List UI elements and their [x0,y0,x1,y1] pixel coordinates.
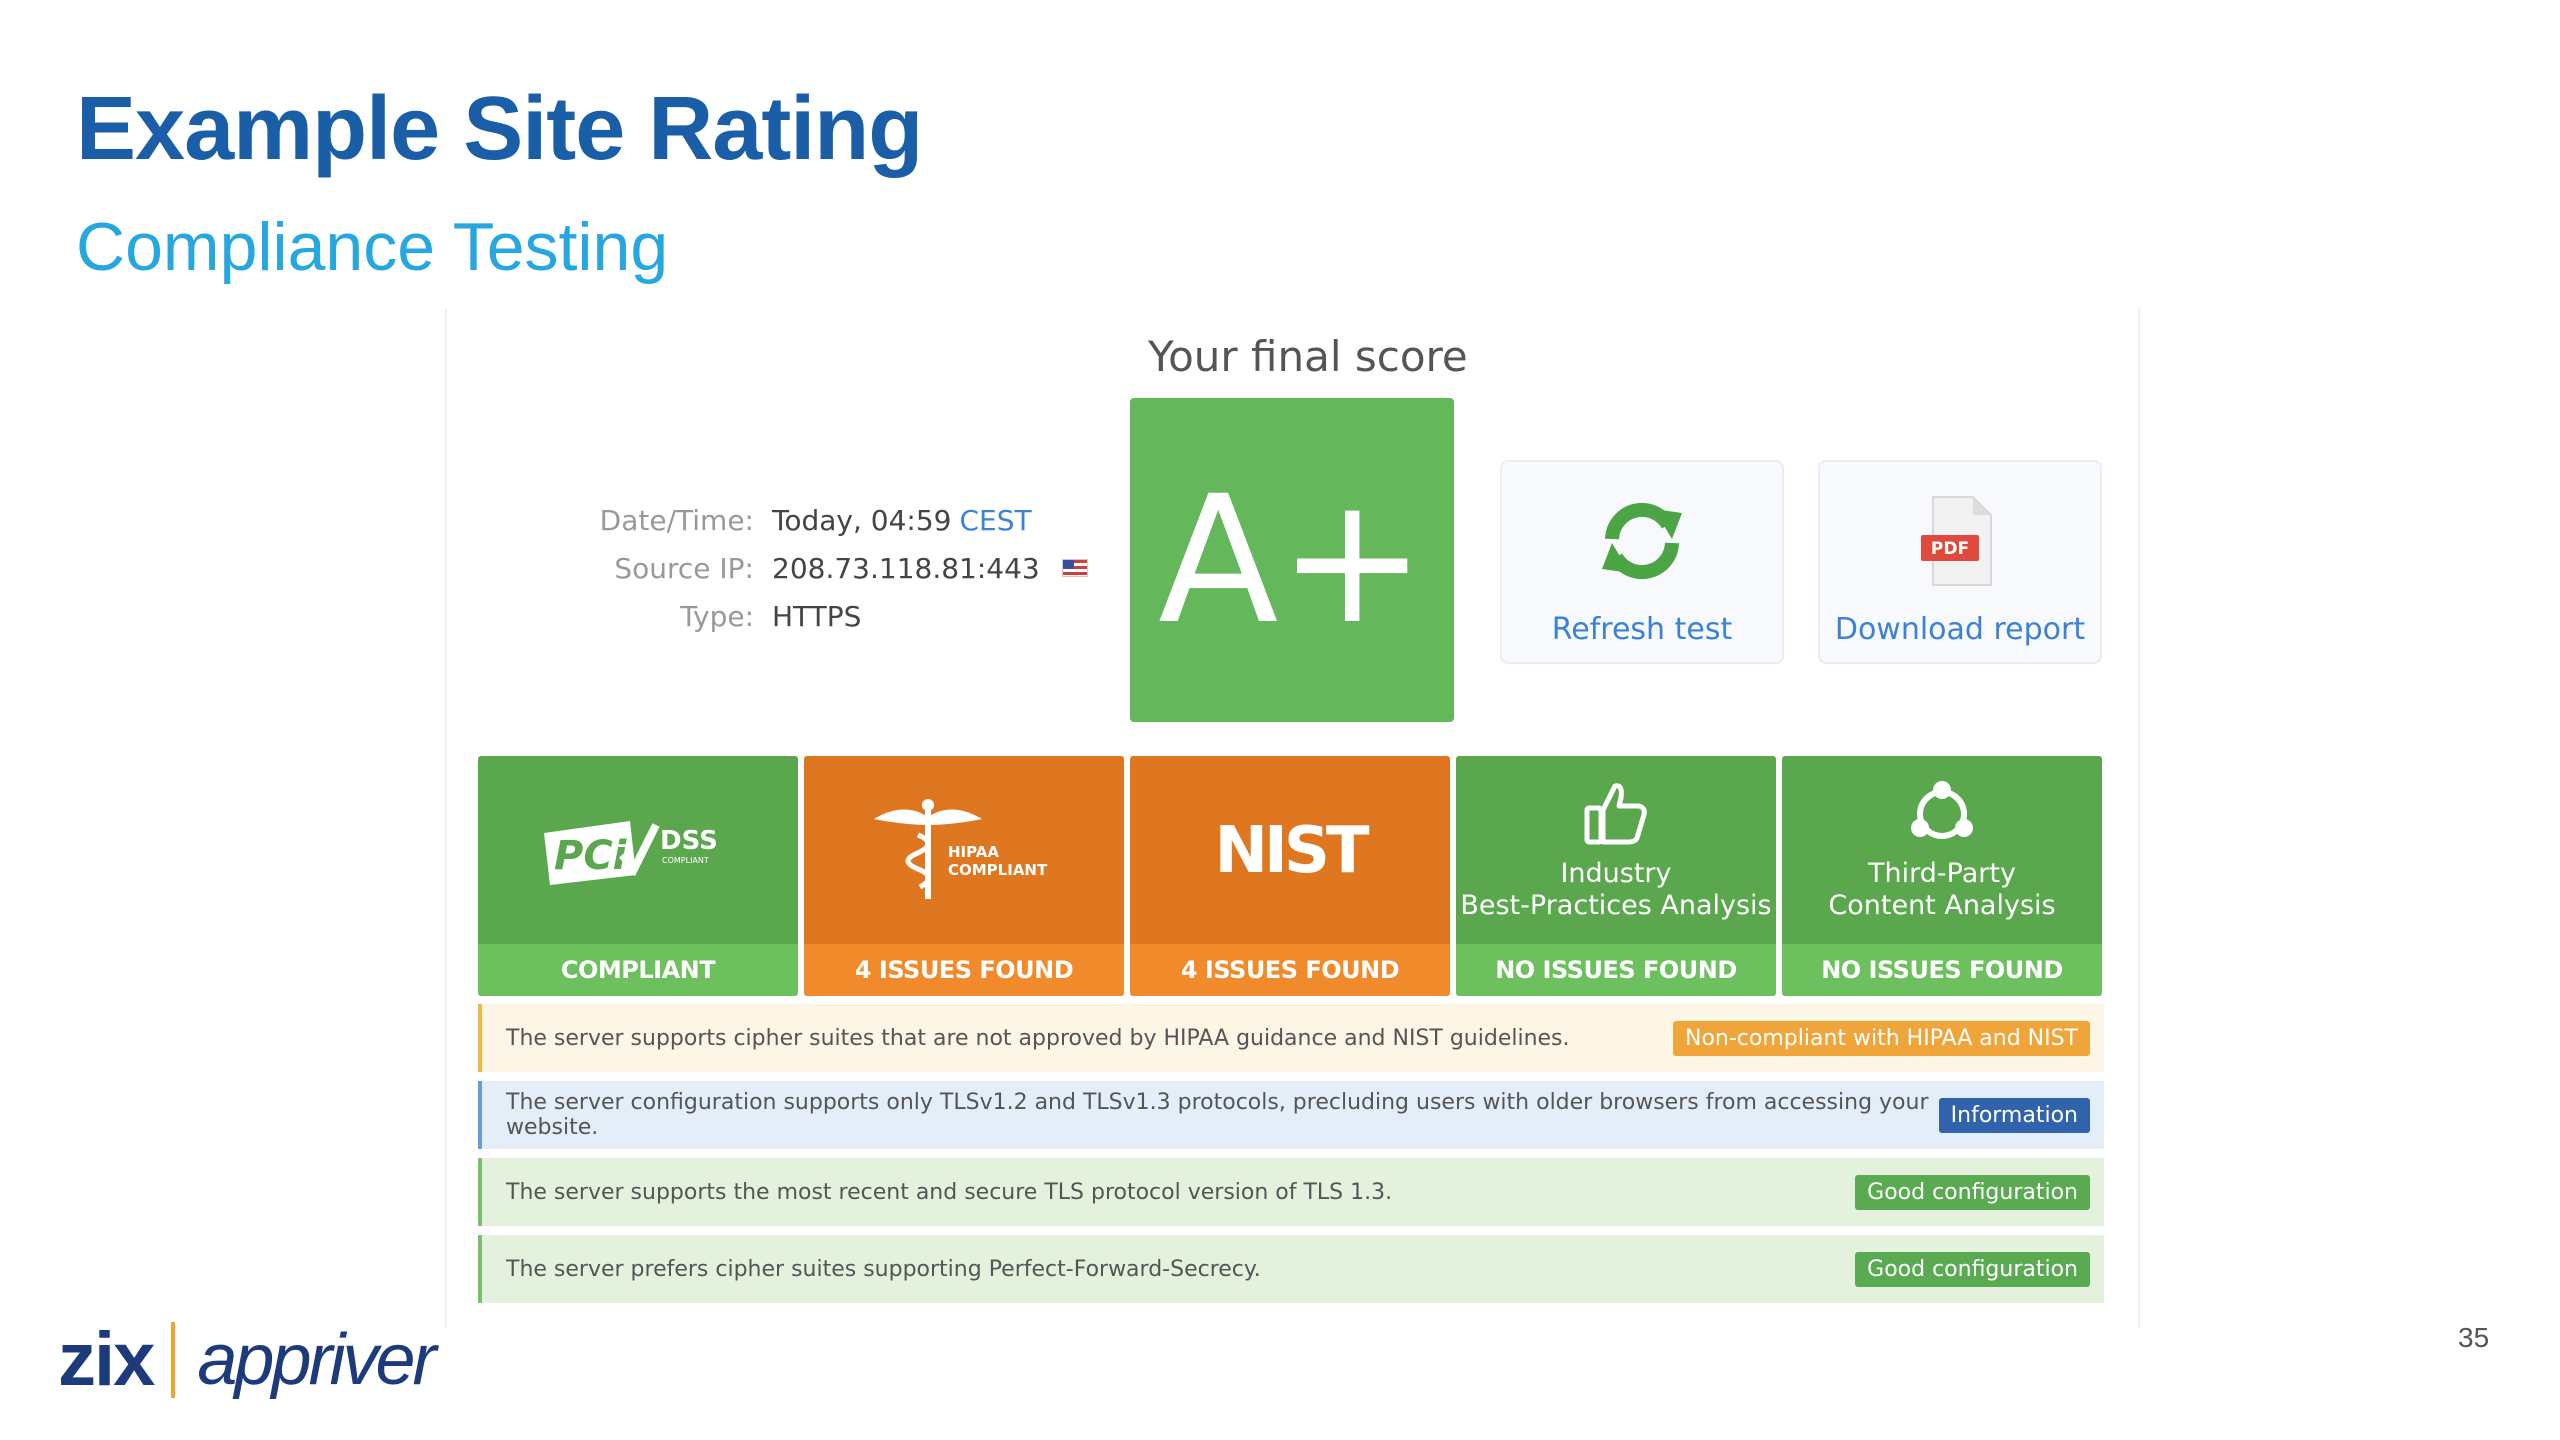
refresh-icon [1592,486,1692,596]
finding-row: The server prefers cipher suites support… [478,1235,2104,1303]
finding-text: The server supports cipher suites that a… [506,1025,1570,1051]
badge-top: Third-Party Content Analysis [1782,756,2102,944]
download-report-label: Download report [1834,612,2086,647]
type-value: HTTPS [772,599,862,633]
badge-industry-best-practices: Industry Best-Practices Analysis NO ISSU… [1456,756,1776,996]
page-number: 35 [2458,1322,2490,1353]
compliance-badges: PCi DSS COMPLIANT COMPLIANT HIPAA COMPLI… [478,756,2102,996]
badge-nist: NIST 4 ISSUES FOUND [1130,756,1450,996]
caption-line: Content Analysis [1828,890,2056,921]
badge-hipaa: HIPAA COMPLIANT 4 ISSUES FOUND [804,756,1124,996]
finding-text: The server supports the most recent and … [506,1179,1393,1205]
info-row-datetime: Date/Time: Today, 04:59 CEST [560,496,1088,544]
logo-divider [171,1321,176,1398]
pci-small-text: COMPLIANT [662,856,709,865]
slide-title: Example Site Rating [76,79,923,179]
download-report-button[interactable]: PDF Download report [1818,460,2102,664]
source-ip-value: 208.73.118.81:443 [772,551,1040,585]
info-key: Source IP: [614,551,754,585]
finding-tag: Good configuration [1855,1251,2090,1287]
hipaa-compliant-text: COMPLIANT [948,861,1048,879]
timezone-link[interactable]: CEST [959,504,1031,537]
finding-tag: Good configuration [1855,1174,2090,1210]
dss-text: DSS [660,826,718,856]
zix-logo-text: zix [58,1317,155,1402]
slide-subtitle: Compliance Testing [76,209,669,285]
pci-dss-logo: PCi DSS COMPLIANT [478,756,798,944]
caption-line: Industry [1560,857,1672,889]
finding-tag: Non-compliant with HIPAA and NIST [1672,1020,2090,1056]
badge-pci-dss: PCi DSS COMPLIANT COMPLIANT [478,756,798,996]
datetime-value: Today, 04:59 [772,503,952,537]
findings-list: The server supports cipher suites that a… [478,1004,2104,1312]
badge-status: COMPLIANT [478,944,798,996]
finding-row: The server configuration supports only T… [478,1081,2104,1149]
caption-line: Third-Party [1868,857,2016,889]
badge-status: NO ISSUES FOUND [1782,944,2102,996]
scan-info: Date/Time: Today, 04:59 CEST Source IP: … [560,496,1088,640]
finding-row: The server supports the most recent and … [478,1158,2104,1226]
pdf-label: PDF [1931,539,1969,559]
finding-tag: Information [1938,1097,2090,1133]
info-row-type: Type: HTTPS [560,592,1088,640]
finding-text: The server prefers cipher suites support… [506,1256,1261,1282]
refresh-test-button[interactable]: Refresh test [1500,460,1784,664]
thumbs-up-icon [1584,782,1647,845]
nist-text: NIST [1214,814,1369,888]
company-logo: zix appriver [58,1316,437,1403]
info-row-source-ip: Source IP: 208.73.118.81:443 [560,544,1088,592]
info-value: Today, 04:59 CEST [772,504,1032,537]
badge-third-party-content: Third-Party Content Analysis NO ISSUES F… [1782,756,2102,996]
hipaa-text: HIPAA [948,843,999,861]
nist-logo: NIST [1130,756,1450,944]
hipaa-logo: HIPAA COMPLIANT [804,756,1124,944]
pci-text: PCi [554,833,628,879]
info-value: 208.73.118.81:443 [772,552,1088,585]
badge-caption: Third-Party Content Analysis [1828,858,2055,923]
caption-line: Best-Practices Analysis [1460,890,1772,921]
badge-top: Industry Best-Practices Analysis [1456,756,1776,944]
badge-status: 4 ISSUES FOUND [1130,944,1450,996]
info-key: Date/Time: [599,503,754,537]
score-heading: Your final score [1148,332,1468,381]
pdf-file-icon: PDF [1915,486,2005,596]
info-key: Type: [680,599,754,633]
us-flag-icon [1061,559,1088,577]
badge-status: NO ISSUES FOUND [1456,944,1776,996]
badge-status: 4 ISSUES FOUND [804,944,1124,996]
finding-row: The server supports cipher suites that a… [478,1004,2104,1072]
refresh-test-label: Refresh test [1551,612,1733,647]
grade-box: A+ [1130,398,1454,722]
appriver-logo-text: appriver [197,1319,436,1400]
network-icon [1911,780,1973,839]
finding-text: The server configuration supports only T… [506,1090,1929,1140]
badge-caption: Industry Best-Practices Analysis [1460,858,1771,923]
